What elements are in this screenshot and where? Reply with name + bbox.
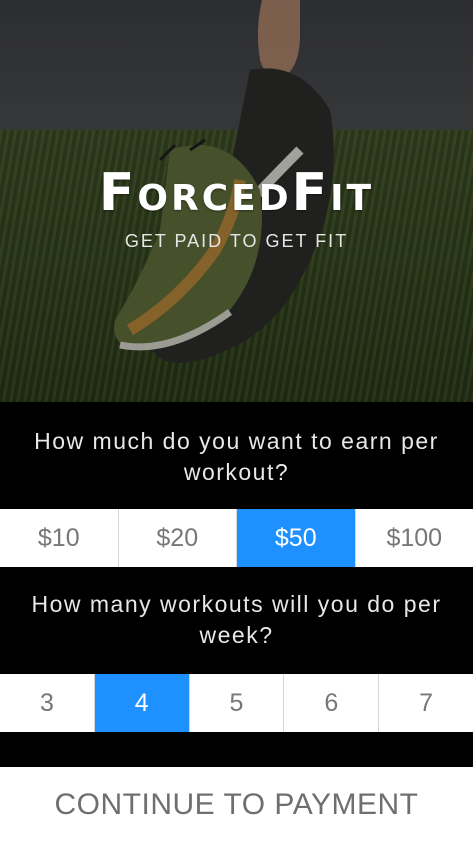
earn-option-100[interactable]: $100 (355, 509, 473, 567)
workouts-option-6[interactable]: 6 (284, 674, 380, 732)
workouts-option-7[interactable]: 7 (379, 674, 473, 732)
hero-banner: ForcedFit GET PAID TO GET FIT (0, 0, 473, 402)
earn-option-50[interactable]: $50 (237, 509, 356, 567)
continue-to-payment-button[interactable]: CONTINUE TO PAYMENT (0, 767, 473, 843)
app-logo: ForcedFit (98, 163, 375, 223)
workouts-option-5[interactable]: 5 (189, 674, 285, 732)
earn-amount-selector: $10 $20 $50 $100 (0, 509, 473, 567)
workouts-option-4[interactable]: 4 (94, 674, 190, 732)
workouts-per-week-selector: 3 4 5 6 7 (0, 674, 473, 732)
earn-option-10[interactable]: $10 (0, 509, 119, 567)
earn-option-20[interactable]: $20 (118, 509, 237, 567)
workouts-option-3[interactable]: 3 (0, 674, 95, 732)
workouts-question: How many workouts will you do per week? (0, 567, 473, 674)
app-tagline: GET PAID TO GET FIT (124, 231, 349, 251)
divider (0, 732, 473, 767)
earn-question: How much do you want to earn per workout… (0, 402, 473, 509)
